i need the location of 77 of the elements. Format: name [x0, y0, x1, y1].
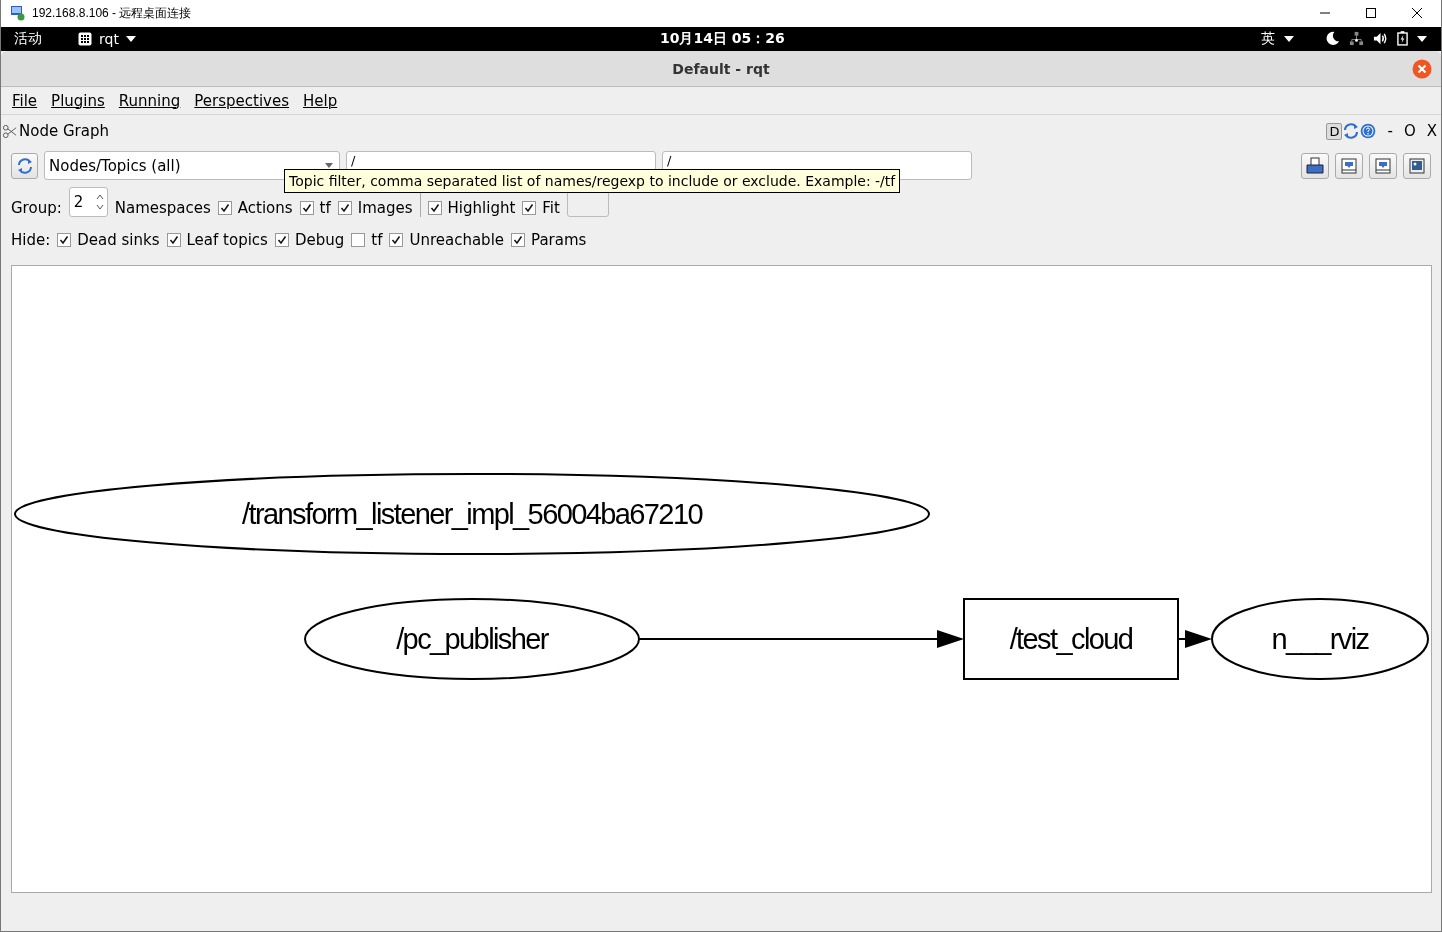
window-title: 192.168.8.106 - 远程桌面连接	[32, 4, 192, 22]
node-ellipse[interactable]	[304, 598, 640, 680]
checkbox-label[interactable]: Params	[531, 231, 587, 249]
load-button[interactable]	[1301, 152, 1329, 179]
import-icon	[1374, 156, 1392, 175]
edge-arrow	[1177, 630, 1212, 648]
refresh-icon[interactable]	[1343, 123, 1360, 139]
checkbox-label[interactable]: Dead sinks	[77, 231, 160, 249]
checkbox[interactable]	[337, 201, 352, 215]
speaker-icon	[1373, 31, 1388, 47]
checkbox[interactable]	[389, 233, 404, 247]
clock[interactable]: 10月14日 05：26	[660, 29, 785, 48]
import-icon	[1340, 156, 1358, 175]
spin-arrows-icon	[95, 192, 104, 212]
save-dot-button[interactable]	[1335, 152, 1363, 179]
app-title: Default - rqt	[672, 60, 770, 77]
maximize-icon[interactable]	[1365, 7, 1377, 20]
grid-icon	[78, 31, 92, 46]
refresh-button[interactable]	[11, 152, 38, 179]
activities-button[interactable]: 活动	[1, 29, 78, 48]
save-image-button[interactable]	[1403, 152, 1431, 179]
node-ellipse[interactable]	[14, 473, 930, 555]
menu-item[interactable]: File	[12, 91, 38, 110]
checkbox-label[interactable]: Fit	[542, 199, 560, 217]
checkbox-label[interactable]: tf	[371, 231, 383, 249]
hide-label: Hide:	[11, 231, 51, 249]
menu-item[interactable]: Perspectives	[194, 91, 289, 110]
checkbox[interactable]	[299, 201, 314, 215]
node-ellipse[interactable]	[1211, 598, 1429, 680]
namespaces-label: Namespaces	[114, 199, 211, 217]
window-control[interactable]: O	[1403, 122, 1416, 140]
window-control[interactable]: -	[1387, 122, 1393, 140]
node-label: /pc_publisher	[396, 623, 548, 655]
checkbox[interactable]	[511, 233, 526, 247]
close-icon[interactable]	[1411, 7, 1423, 20]
caret-icon	[1417, 35, 1427, 42]
battery-icon	[1397, 31, 1408, 47]
caret-icon	[125, 35, 136, 42]
node-label: n___rviz	[1271, 623, 1369, 655]
checkbox[interactable]	[274, 233, 289, 247]
node-label: /test_cloud	[1009, 623, 1133, 655]
plugin-title: Node Graph	[19, 122, 109, 140]
remote-desktop-icon	[10, 5, 26, 22]
help-icon[interactable]	[1360, 123, 1377, 139]
checkbox[interactable]	[522, 201, 537, 215]
caret-icon	[1284, 35, 1294, 42]
image-icon	[1408, 156, 1426, 175]
group-label: Group:	[11, 199, 62, 217]
checkbox-label[interactable]: Debug	[294, 231, 345, 249]
checkbox-label[interactable]: tf	[319, 199, 331, 217]
input-method[interactable]: 英	[1261, 29, 1275, 48]
checkbox[interactable]	[166, 233, 181, 247]
checkbox-label[interactable]: Actions	[237, 199, 293, 217]
app-menu[interactable]: rqt	[99, 30, 119, 47]
checkbox[interactable]	[427, 201, 442, 215]
checkbox[interactable]	[217, 201, 232, 215]
window-control[interactable]: X	[1426, 122, 1437, 140]
menu-item[interactable]: Plugins	[51, 91, 105, 110]
group-spinbox[interactable]: 2	[68, 187, 108, 217]
menu-item[interactable]: Running	[118, 91, 181, 110]
network-icon	[1349, 31, 1364, 47]
dock-button[interactable]: D	[1326, 122, 1343, 140]
moon-icon	[1325, 31, 1340, 47]
node-label: /transform_listener_impl_56004ba67210	[242, 498, 702, 530]
topic-box[interactable]	[963, 598, 1179, 680]
menu-item[interactable]: Help	[303, 91, 338, 110]
checkbox-label[interactable]: Leaf topics	[186, 231, 268, 249]
checkbox-label[interactable]: Highlight	[447, 199, 516, 217]
dropdown-arrow-icon	[325, 163, 333, 168]
refresh-icon	[16, 157, 33, 174]
checkbox-label[interactable]: Images	[357, 199, 413, 217]
checkbox-label[interactable]: Unreachable	[409, 231, 505, 249]
tooltip: Topic filter, comma separated list of names/regexp to include or exclude. Example: -/tf	[284, 169, 901, 193]
scissors-icon	[2, 123, 17, 139]
checkbox[interactable]	[57, 233, 72, 247]
save-svg-button[interactable]	[1369, 152, 1397, 179]
checkbox[interactable]	[351, 233, 366, 247]
